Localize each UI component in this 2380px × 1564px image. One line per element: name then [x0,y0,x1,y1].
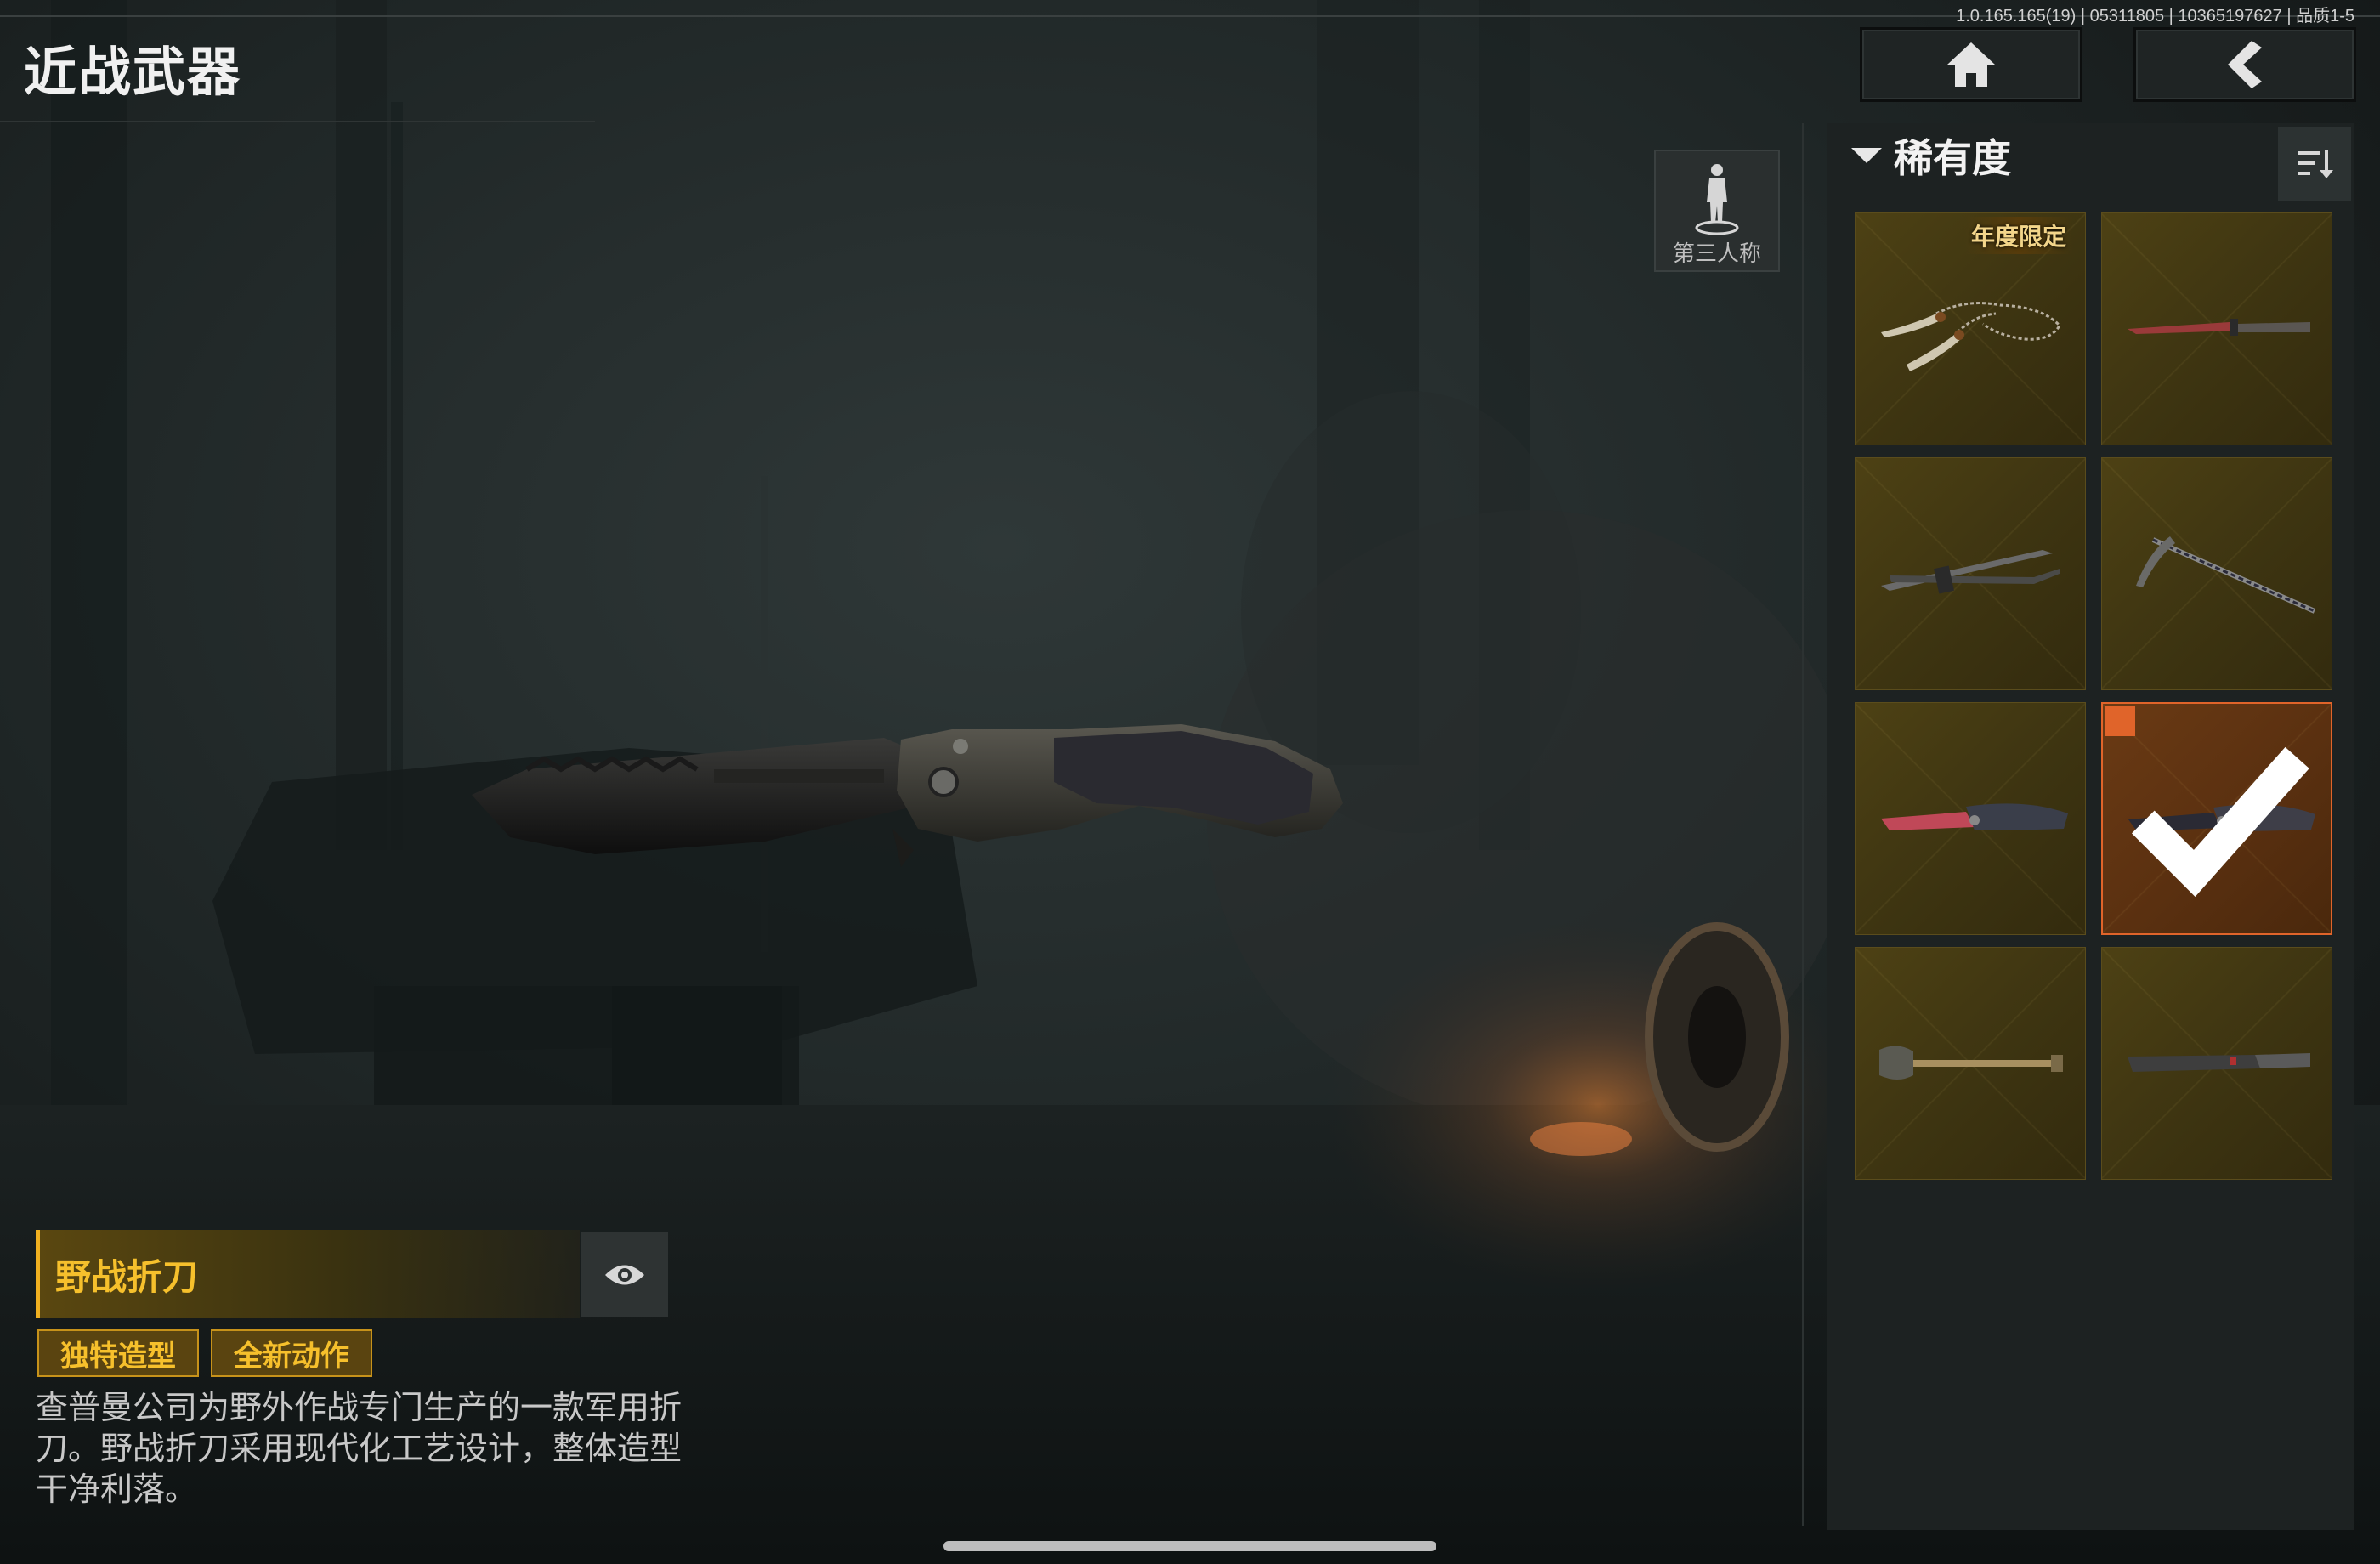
eye-icon [605,1265,644,1285]
twin-blades-icon [1881,550,2060,594]
shovel-icon [1879,1046,2063,1080]
item-cell[interactable] [1855,947,2086,1180]
third-person-toggle[interactable]: 第三人称 [1654,150,1780,272]
machete-icon [2128,1053,2310,1072]
feature-tag: 全新动作 [211,1329,372,1377]
item-cell[interactable] [2101,947,2332,1180]
item-cell[interactable] [1855,702,2086,935]
rarity-filter[interactable]: 稀有度 [1851,128,2011,184]
item-cell[interactable] [2101,457,2332,690]
rarity-filter-label: 稀有度 [1894,135,2011,181]
page-title: 近战武器 [24,41,242,103]
sort-button[interactable] [2278,128,2351,201]
version-text: 1.0.165.165(19) | 05311805 | 10365197627… [1956,7,2354,26]
weapon-name-bar: 野战折刀 [36,1230,580,1318]
weapon-description: 查普曼公司为野外作战专门生产的一款军用折刀。野战折刀采用现代化工艺设计，整体造型… [36,1389,683,1508]
title-divider [0,121,595,122]
scythe-icon [2136,536,2316,614]
feature-tag: 独特造型 [37,1329,199,1377]
back-button[interactable] [2134,27,2356,102]
item-cell-selected[interactable] [2101,702,2332,935]
item-cell[interactable] [1855,457,2086,690]
item-cell[interactable]: 年度限定 [1855,212,2086,445]
limited-badge: 年度限定 [1964,217,2074,254]
home-indicator-bar[interactable] [944,1541,1436,1551]
back-arrow-icon [2228,41,2262,88]
third-person-label: 第三人称 [1672,241,1761,267]
sort-icon [2298,150,2333,178]
weapon-name: 野战折刀 [55,1255,199,1298]
selected-check-icon [2105,706,2309,897]
panel-divider [1802,123,1804,1526]
chevron-down-icon [1851,148,1882,163]
home-button[interactable] [1860,27,2082,102]
red-folding-knife-icon [1881,803,2068,830]
preview-button[interactable] [581,1232,668,1318]
red-blade-icon [2128,319,2310,336]
home-icon [1947,42,1995,87]
person-icon [1695,164,1739,235]
item-cell[interactable] [2101,212,2332,445]
